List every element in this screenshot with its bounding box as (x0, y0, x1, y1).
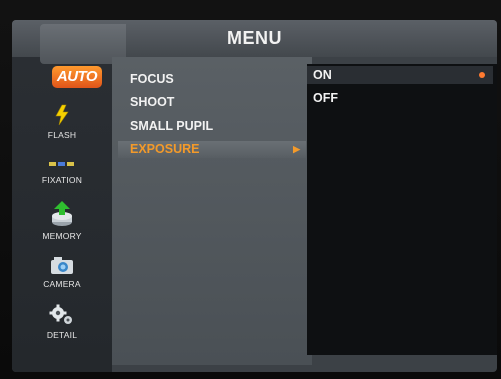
exposure-submenu: ON OFF (307, 64, 497, 355)
sidebar-item-label: CAMERA (43, 279, 81, 289)
sidebar: FLASH FIXATION MEMORY CAMERA DETAIL (12, 57, 112, 372)
menu-item-focus[interactable]: FOCUS (130, 71, 174, 88)
sidebar-item-label: FIXATION (41, 175, 83, 185)
selected-indicator-icon (479, 72, 485, 78)
option-off[interactable]: OFF (307, 89, 493, 107)
chevron-right-icon: ▶ (293, 144, 300, 154)
gear-icon (49, 304, 72, 324)
menu-item-label: EXPOSURE (130, 142, 200, 156)
menu-item-exposure[interactable]: EXPOSURE ▶ (118, 141, 306, 158)
sidebar-item-fixation[interactable]: FIXATION (12, 157, 112, 185)
sidebar-item-label: MEMORY (42, 231, 82, 241)
fixation-icon (49, 162, 74, 166)
memory-icon (52, 201, 72, 226)
auto-tab[interactable]: AUTO (52, 66, 102, 88)
sidebar-item-label: DETAIL (46, 330, 78, 340)
sidebar-item-camera[interactable]: CAMERA (12, 255, 112, 289)
option-label: OFF (313, 91, 338, 105)
main-menu: FOCUS SHOOT SMALL PUPIL EXPOSURE ▶ (112, 57, 312, 365)
option-label: ON (313, 68, 332, 82)
sidebar-item-memory[interactable]: MEMORY (12, 201, 112, 241)
sidebar-item-detail[interactable]: DETAIL (12, 304, 112, 340)
menu-item-shoot[interactable]: SHOOT (130, 94, 174, 111)
option-on[interactable]: ON (307, 66, 493, 84)
menu-item-small-pupil[interactable]: SMALL PUPIL (130, 118, 213, 135)
sidebar-item-label: FLASH (47, 130, 77, 140)
camera-icon (51, 257, 73, 274)
flash-icon (55, 104, 69, 126)
sidebar-item-flash[interactable]: FLASH (12, 104, 112, 140)
